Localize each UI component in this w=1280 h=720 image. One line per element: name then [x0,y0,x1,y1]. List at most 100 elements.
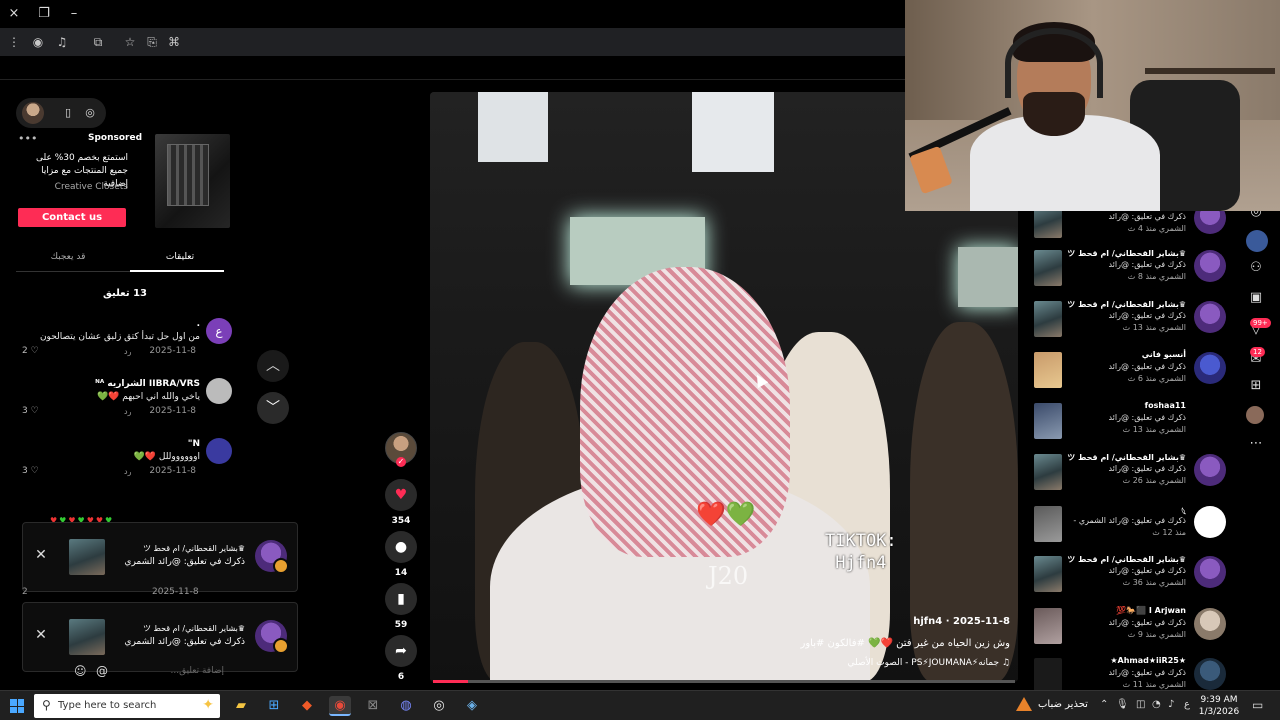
inbox-item[interactable]: 𓆩 ذكرك في تعليق: @رائد الشمري - منذ 12 ث [1032,500,1228,548]
volume-icon[interactable]: ♪ [1168,699,1174,710]
more-icon[interactable]: ⋯ [1246,434,1266,454]
bookmark-star-icon[interactable]: ☆ [122,34,138,50]
phone-icon[interactable]: ▯ [60,105,76,121]
notification-body: ذكرك في تعليق: @رائد الشمري [124,557,245,567]
share-button[interactable]: ➦ [385,635,417,667]
following-icon[interactable]: ⚇ [1246,258,1266,278]
close-icon[interactable]: ✕ [33,547,49,563]
inbox-item[interactable]: ♛بشاير القحطاني/ ام قحط ツ ذكرك في تعليق:… [1032,448,1228,496]
tray-chevron-icon[interactable]: ⌃ [1100,699,1108,710]
extensions-icon[interactable]: ⧉ [90,34,106,50]
activity-badge: 99+ [1250,318,1271,328]
tab-you-may-like[interactable]: قد يعجبك [16,252,120,262]
clock-date: 1/3/2026 [1198,707,1240,717]
weather-text[interactable]: تحذير ضباب [1038,699,1088,710]
follow-plus-icon[interactable]: ✓ [396,457,406,467]
like-button[interactable]: ♥ [385,479,417,511]
close-icon[interactable]: ✕ [33,627,49,643]
inbox-avatar [1194,250,1226,282]
inbox-desc: ذكرك في تعليق: @رائد [1108,413,1186,422]
notifications-icon[interactable]: ▭ [1252,698,1263,712]
file-explorer-icon[interactable]: ▰ [230,696,252,716]
account-pill[interactable]: ▯ ◎ [16,98,106,128]
upload-icon[interactable]: ⊞ [1246,376,1266,396]
inbox-item[interactable]: ♛بشاير القحطاني/ ام قحط ツ ذكرك في تعليق:… [1032,550,1228,598]
comment-author[interactable]: . [197,319,200,329]
inbox-item[interactable]: ♛بشاير القحطاني/ ام قحط ツ ذكرك في تعليق:… [1032,295,1228,343]
heart-icon: ♥ [394,487,408,503]
inbox-item[interactable]: I Arjwan ⬛🐎💯 ذكرك في تعليق: @رائد الشمري… [1032,602,1228,650]
reply-button[interactable]: رد [124,407,131,416]
discord-icon[interactable]: ◍ [395,696,417,716]
comment-author[interactable]: IIBRA/VRS الشراريه ᴺᴬ [95,379,200,389]
inbox-avatar [1194,352,1226,384]
comment-avatar[interactable] [206,378,232,404]
compass-icon[interactable]: ◎ [82,105,98,121]
chrome-icon[interactable]: ◉ [329,696,351,716]
comment-author[interactable]: N" [188,439,200,449]
comment-like-button[interactable]: 2 ♡ [22,346,39,356]
partial-comment-likes: 2 [22,587,28,597]
minimize-window-button[interactable]: – [64,4,84,24]
taskbar-search[interactable]: ⚲ Type here to search ✦ [34,694,220,718]
video-music[interactable]: ♫ جمانه⚡PS⚡JOUMANA - الصوت الأصلي [710,658,1010,668]
brave-icon[interactable]: ◆ [296,696,318,716]
inbox-item[interactable]: ♛بشاير القحطاني/ ام قحط ツ ذكرك في تعليق:… [1032,244,1228,292]
inbox-item[interactable]: أنسبو فاني ذكرك في تعليق: @رائد الشمري م… [1032,346,1228,394]
next-video-button[interactable]: ﹀ [257,392,289,424]
steam-icon[interactable]: ◈ [461,696,483,716]
video-author[interactable]: hjfn4 [913,616,942,627]
webcam-overlay [905,0,1280,211]
inbox-item[interactable]: ★Ahmad★iiR25★ ذكرك في تعليق: @رائد الشمر… [1032,652,1228,690]
restore-window-button[interactable]: ❐ [34,4,54,24]
reply-button[interactable]: رد [124,467,131,476]
taskbar-clock[interactable]: 9:39 AM 1/3/2026 [1196,694,1242,718]
mention-notification[interactable]: ✕ ♛بشاير القحطاني/ ام قحط ツ ذكرك في تعلي… [22,522,298,592]
comment-avatar[interactable] [206,438,232,464]
comment-item: N" اووووووللل ❤️💚 2025-11-8 رد 3 ♡ [16,438,232,490]
inbox-item[interactable]: ذكرك في تعليق: @رائد الشمري منذ 4 ث [1032,210,1228,244]
media-control-icon[interactable]: ♫ [54,34,70,50]
store-icon[interactable]: ⊞ [263,696,285,716]
network-icon[interactable]: ◫ [1136,699,1145,710]
tab-comments[interactable]: تعليقات [128,252,232,262]
contact-us-button[interactable]: Contact us [18,208,126,227]
user-avatar-small[interactable] [1246,406,1264,424]
search-icon: ⚲ [42,698,51,712]
ad-more-icon[interactable]: ••• [18,132,37,145]
right-sidebar: ◎ ⚇ ▣ ▽ 99+ ✉ 12 ⊞ ⋯ [1240,200,1272,460]
comment-like-button[interactable]: 3 ♡ [22,466,39,476]
comment-avatar[interactable]: ع [206,318,232,344]
close-window-button[interactable]: × [4,4,24,24]
app-icon[interactable]: ⊠ [362,696,384,716]
profile-icon[interactable]: ◉ [30,34,46,50]
emoji-icon[interactable]: ☺ [74,664,87,678]
comment-input[interactable]: ☺ @ إضافة تعليق... [20,660,230,684]
inbox-thumbnail [1034,608,1062,644]
ad-image[interactable] [155,134,230,228]
live-icon[interactable]: ▣ [1246,288,1266,308]
screenshot-icon[interactable]: ⎘ [144,34,160,50]
inbox-time: منذ 12 ث [1152,528,1186,537]
inbox-desc: ذكرك في تعليق: @رائد [1108,618,1186,627]
inbox-item[interactable]: foshaa11 ذكرك في تعليق: @رائد الشمري منذ… [1032,397,1228,445]
user-avatar[interactable] [22,102,44,124]
profile-avatar[interactable] [1246,230,1268,252]
video-progress-bar[interactable] [433,680,1015,683]
wifi-icon[interactable]: ◔ [1152,699,1161,710]
previous-video-button[interactable]: ︿ [257,350,289,382]
obs-icon[interactable]: ◎ [428,696,450,716]
reply-button[interactable]: رد [124,347,131,356]
video-watermark: TIKTOK: Hjfn4 [825,531,897,573]
start-button[interactable] [10,699,24,713]
comment-like-button[interactable]: 3 ♡ [22,406,39,416]
translate-icon[interactable]: ⌘ [166,34,182,50]
menu-dots-icon[interactable]: ⋮ [6,34,22,50]
save-button[interactable]: ▮ [385,583,417,615]
notification-thumbnail [69,619,105,655]
keyboard-language[interactable]: ع [1184,699,1190,710]
mention-icon[interactable]: @ [96,664,108,678]
inbox-name: ♛بشاير القحطاني/ ام قحط ツ [1067,453,1186,462]
comment-button[interactable]: ● [385,531,417,563]
mic-icon[interactable]: 🎙 [1116,699,1129,710]
